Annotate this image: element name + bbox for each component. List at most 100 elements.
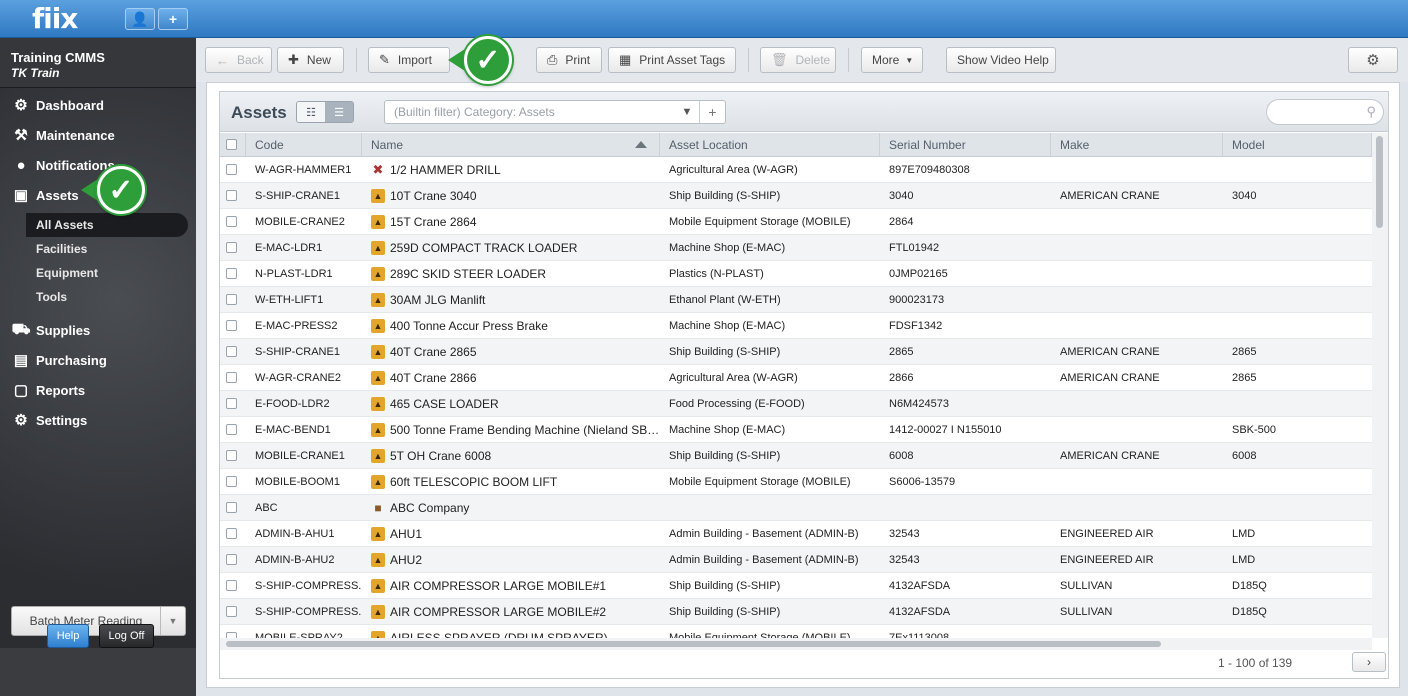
- row-checkbox[interactable]: [226, 346, 237, 357]
- table-row[interactable]: ADMIN-B-AHU1 ▲ AHU1 Admin Building - Baseme…: [220, 521, 1372, 547]
- table-row[interactable]: ADMIN-B-AHU2 ▲ AHU2 Admin Building - Baseme…: [220, 547, 1372, 573]
- col-location[interactable]: Asset Location: [660, 133, 880, 156]
- user-button[interactable]: 👤: [125, 8, 155, 30]
- row-checkbox[interactable]: [226, 242, 237, 253]
- row-checkbox[interactable]: [226, 580, 237, 591]
- cell-name[interactable]: ▲ AIRLESS SPRAYER (DRUM SPRAYER): [362, 625, 660, 638]
- cell-name[interactable]: ▲ 500 Tonne Frame Bending Machine (Nielan…: [362, 417, 660, 442]
- col-name[interactable]: Name: [362, 133, 660, 156]
- nav-dashboard[interactable]: ⚙ Dashboard: [0, 90, 196, 120]
- add-button[interactable]: +: [158, 8, 188, 30]
- cell-name[interactable]: ■ ABC Company: [362, 495, 660, 520]
- cell-name[interactable]: ▲ 10T Crane 3040: [362, 183, 660, 208]
- cell-name[interactable]: ▲ 259D COMPACT TRACK LOADER: [362, 235, 660, 260]
- table-row[interactable]: S-SHIP-COMPRESS... ▲ AIR COMPRESSOR LARGE …: [220, 599, 1372, 625]
- vertical-scrollbar[interactable]: [1372, 133, 1388, 638]
- nav-purchasing[interactable]: ▤ Purchasing: [0, 345, 196, 375]
- cell-name[interactable]: ▲ AHU2: [362, 547, 660, 572]
- col-serial[interactable]: Serial Number: [880, 133, 1051, 156]
- back-button[interactable]: ← Back: [205, 47, 272, 73]
- table-row[interactable]: MOBILE-BOOM1 ▲ 60ft TELESCOPIC BOOM LIFT Mo…: [220, 469, 1372, 495]
- cell-name[interactable]: ▲ AIR COMPRESSOR LARGE MOBILE#1: [362, 573, 660, 598]
- table-row[interactable]: N-PLAST-LDR1 ▲ 289C SKID STEER LOADER Plast…: [220, 261, 1372, 287]
- next-page-button[interactable]: ›: [1352, 652, 1386, 672]
- cell-name[interactable]: ▲ 289C SKID STEER LOADER: [362, 261, 660, 286]
- col-make[interactable]: Make: [1051, 133, 1223, 156]
- row-checkbox[interactable]: [226, 320, 237, 331]
- list-view-icon[interactable]: ☰: [325, 102, 353, 122]
- print-asset-tags-button[interactable]: ▦ Print Asset Tags: [608, 47, 736, 73]
- help-button[interactable]: Help: [47, 624, 89, 648]
- row-checkbox[interactable]: [226, 424, 237, 435]
- cell-name[interactable]: ▲ 400 Tonne Accur Press Brake: [362, 313, 660, 338]
- row-checkbox[interactable]: [226, 294, 237, 305]
- table-row[interactable]: W-ETH-LIFT1 ▲ 30AM JLG Manlift Ethanol Plan…: [220, 287, 1372, 313]
- table-row[interactable]: MOBILE-CRANE2 ▲ 15T Crane 2864 Mobile Equip…: [220, 209, 1372, 235]
- table-row[interactable]: E-MAC-LDR1 ▲ 259D COMPACT TRACK LOADER Mach…: [220, 235, 1372, 261]
- scroll-thumb[interactable]: [226, 641, 1161, 647]
- filter-select[interactable]: (Builtin filter) Category: Assets ▼ +: [384, 100, 726, 124]
- row-checkbox[interactable]: [226, 216, 237, 227]
- cell-name[interactable]: ▲ AHU1: [362, 521, 660, 546]
- table-row[interactable]: S-SHIP-CRANE1 ▲ 10T Crane 3040 Ship Buildin…: [220, 183, 1372, 209]
- cell-name[interactable]: ▲ 30AM JLG Manlift: [362, 287, 660, 312]
- more-button[interactable]: More ▼: [861, 47, 923, 73]
- table-row[interactable]: W-AGR-CRANE2 ▲ 40T Crane 2866 Agricultural …: [220, 365, 1372, 391]
- subnav-all-assets[interactable]: All Assets: [26, 213, 188, 237]
- table-row[interactable]: MOBILE-SPRAY2 ▲ AIRLESS SPRAYER (DRUM SPRA…: [220, 625, 1372, 638]
- row-checkbox[interactable]: [226, 554, 237, 565]
- delete-button[interactable]: 🗑 Delete: [760, 47, 836, 73]
- horizontal-scrollbar[interactable]: [220, 638, 1372, 650]
- cell-name[interactable]: ▲ 60ft TELESCOPIC BOOM LIFT: [362, 469, 660, 494]
- table-row[interactable]: W-AGR-HAMMER1 ✖ 1/2 HAMMER DRILL Agricultur…: [220, 157, 1372, 183]
- new-button[interactable]: ✚ New: [277, 47, 344, 73]
- table-row[interactable]: E-MAC-PRESS2 ▲ 400 Tonne Accur Press Brake…: [220, 313, 1372, 339]
- row-checkbox[interactable]: [226, 190, 237, 201]
- row-checkbox[interactable]: [226, 164, 237, 175]
- row-checkbox[interactable]: [226, 476, 237, 487]
- subnav-tools[interactable]: Tools: [0, 285, 196, 309]
- filter-value[interactable]: (Builtin filter) Category: Assets: [385, 101, 675, 123]
- scroll-thumb[interactable]: [1376, 136, 1383, 228]
- tree-view-icon[interactable]: ☷: [297, 102, 325, 122]
- add-filter-icon[interactable]: +: [699, 101, 725, 123]
- nav-reports[interactable]: ▢ Reports: [0, 375, 196, 405]
- row-checkbox[interactable]: [226, 528, 237, 539]
- chevron-down-icon[interactable]: ▼: [675, 101, 699, 123]
- settings-button[interactable]: ⚙: [1348, 47, 1398, 73]
- search-input[interactable]: ⚲: [1266, 99, 1384, 125]
- nav-settings[interactable]: ⚙ Settings: [0, 405, 196, 435]
- import-button[interactable]: ✎ Import: [368, 47, 450, 73]
- cell-name[interactable]: ✖ 1/2 HAMMER DRILL: [362, 157, 660, 182]
- nav-maintenance[interactable]: ⚒ Maintenance: [0, 120, 196, 150]
- row-checkbox[interactable]: [226, 398, 237, 409]
- row-checkbox[interactable]: [226, 450, 237, 461]
- row-checkbox[interactable]: [226, 268, 237, 279]
- fiix-logo[interactable]: fiix: [32, 2, 78, 35]
- subnav-facilities[interactable]: Facilities: [0, 237, 196, 261]
- subnav-equipment[interactable]: Equipment: [0, 261, 196, 285]
- row-checkbox[interactable]: [226, 372, 237, 383]
- cell-name[interactable]: ▲ 465 CASE LOADER: [362, 391, 660, 416]
- print-button[interactable]: ⎙ Print: [536, 47, 602, 73]
- chevron-down-icon[interactable]: ▼: [161, 607, 185, 635]
- table-row[interactable]: S-SHIP-COMPRESS... ▲ AIR COMPRESSOR LARGE …: [220, 573, 1372, 599]
- row-checkbox[interactable]: [226, 606, 237, 617]
- cell-name[interactable]: ▲ 5T OH Crane 6008: [362, 443, 660, 468]
- cell-name[interactable]: ▲ 15T Crane 2864: [362, 209, 660, 234]
- log-off-button[interactable]: Log Off: [99, 624, 154, 648]
- table-row[interactable]: MOBILE-CRANE1 ▲ 5T OH Crane 6008 Ship Build…: [220, 443, 1372, 469]
- row-checkbox[interactable]: [226, 502, 237, 513]
- table-row[interactable]: S-SHIP-CRANE1 ▲ 40T Crane 2865 Ship Buildin…: [220, 339, 1372, 365]
- cell-name[interactable]: ▲ 40T Crane 2865: [362, 339, 660, 364]
- cell-name[interactable]: ▲ 40T Crane 2866: [362, 365, 660, 390]
- show-video-help-button[interactable]: Show Video Help: [946, 47, 1056, 73]
- select-all-checkbox[interactable]: [226, 139, 237, 150]
- col-code[interactable]: Code: [246, 133, 362, 156]
- table-row[interactable]: ABC ■ ABC Company: [220, 495, 1372, 521]
- table-row[interactable]: E-MAC-BEND1 ▲ 500 Tonne Frame Bending Mach…: [220, 417, 1372, 443]
- col-model[interactable]: Model: [1223, 133, 1372, 156]
- cell-name[interactable]: ▲ AIR COMPRESSOR LARGE MOBILE#2: [362, 599, 660, 624]
- table-row[interactable]: E-FOOD-LDR2 ▲ 465 CASE LOADER Food Processi…: [220, 391, 1372, 417]
- nav-supplies[interactable]: ⛟ Supplies: [0, 315, 196, 345]
